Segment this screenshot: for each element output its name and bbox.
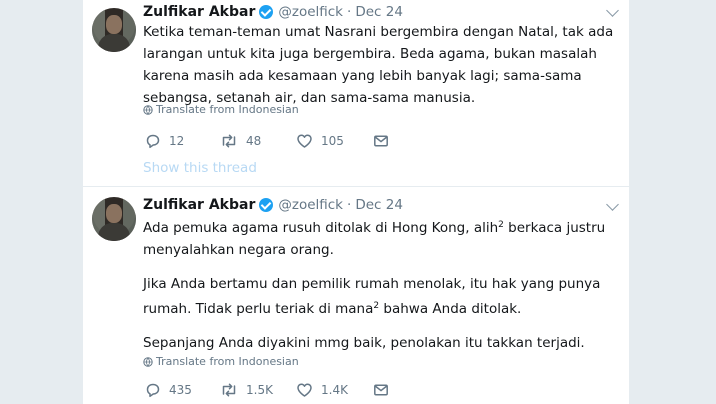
translate-link[interactable]: Translate from Indonesian (143, 103, 299, 116)
author-handle[interactable]: @zoelfick (278, 4, 343, 20)
tweet-text-paragraph: Ketika teman-teman umat Nasrani bergembi… (143, 24, 614, 106)
direct-message-icon (374, 135, 388, 147)
author-handle[interactable]: @zoelfick (278, 197, 343, 213)
reply-icon (146, 134, 160, 149)
tweet-date[interactable]: Dec 24 (355, 197, 403, 213)
tweet-date[interactable]: Dec 24 (355, 4, 403, 20)
retweet-count: 48 (246, 134, 262, 148)
reply-button[interactable]: 12 (145, 131, 184, 151)
translate-link[interactable]: Translate from Indonesian (143, 355, 299, 368)
verified-badge-icon (259, 5, 274, 19)
retweet-icon (222, 383, 236, 397)
tweet[interactable]: Zulfikar Akbar @zoelfick · Dec 24 Ketika… (83, 0, 629, 186)
verified-badge-icon (259, 198, 274, 212)
tweet-header: Zulfikar Akbar @zoelfick · Dec 24 (143, 195, 403, 215)
retweet-button[interactable]: 48 (220, 131, 261, 151)
direct-message-button[interactable] (373, 131, 397, 151)
tweet-text: Ada pemuka agama rusuh ditolak di Hong K… (143, 214, 623, 354)
avatar[interactable] (92, 8, 136, 52)
reply-icon (146, 383, 160, 398)
like-button[interactable]: 105 (296, 131, 344, 151)
globe-icon (143, 356, 153, 367)
tweet-paragraph-1: Ada pemuka agama rusuh ditolak di Hong K… (143, 220, 606, 258)
like-icon (297, 383, 312, 397)
retweet-count: 1.5K (246, 383, 273, 397)
direct-message-icon (374, 384, 388, 396)
reply-count: 12 (169, 134, 185, 148)
author-name[interactable]: Zulfikar Akbar (143, 4, 255, 20)
chevron-down-icon[interactable] (606, 198, 619, 211)
chevron-down-icon[interactable] (606, 4, 619, 17)
reply-button[interactable]: 435 (145, 380, 192, 400)
tweet-paragraph-2: Jika Anda bertamu dan pemilik rumah meno… (143, 276, 601, 317)
tweet-actions: 12 48 105 (143, 131, 443, 151)
tweet-header: Zulfikar Akbar @zoelfick · Dec 24 (143, 2, 403, 22)
tweet-paragraph-3: Sepanjang Anda diyakini mmg baik, penola… (143, 335, 585, 351)
direct-message-button[interactable] (373, 380, 397, 400)
avatar[interactable] (92, 197, 136, 241)
tweet[interactable]: Zulfikar Akbar @zoelfick · Dec 24 Ada pe… (83, 187, 629, 404)
like-count: 1.4K (321, 383, 348, 397)
timeline-column: Zulfikar Akbar @zoelfick · Dec 24 Ketika… (83, 0, 629, 404)
globe-icon (143, 104, 153, 115)
retweet-icon (222, 134, 236, 148)
separator: · (347, 197, 352, 213)
separator: · (347, 4, 352, 20)
tweet-actions: 435 1.5K 1.4K (143, 380, 443, 400)
author-name[interactable]: Zulfikar Akbar (143, 197, 255, 213)
tweet-text: Ketika teman-teman umat Nasrani bergembi… (143, 21, 623, 109)
translate-label: Translate from Indonesian (156, 103, 299, 116)
reply-count: 435 (169, 383, 192, 397)
translate-label: Translate from Indonesian (156, 355, 299, 368)
like-button[interactable]: 1.4K (296, 380, 348, 400)
retweet-button[interactable]: 1.5K (220, 380, 273, 400)
like-icon (297, 134, 312, 148)
like-count: 105 (321, 134, 344, 148)
show-thread-link[interactable]: Show this thread (143, 160, 257, 176)
